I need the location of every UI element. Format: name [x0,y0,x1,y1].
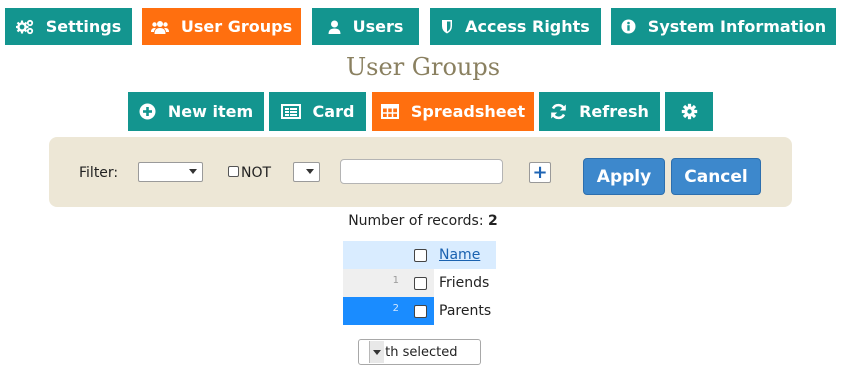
settings-gear-button[interactable] [665,92,713,131]
name-column-header[interactable]: Name [434,241,496,269]
gears-icon [15,19,34,35]
row-name[interactable]: Friends [434,269,496,297]
row-number: 1 [343,269,404,297]
spreadsheet-button[interactable]: Spreadsheet [372,92,534,131]
select-all-cell [404,241,434,269]
add-condition-button[interactable]: + [529,162,551,183]
row-name[interactable]: Parents [434,297,496,325]
apply-button[interactable]: Apply [583,158,665,195]
table-row[interactable]: 2 Parents [343,297,496,325]
new-item-button[interactable]: New item [128,92,264,131]
with-selected-select[interactable]: With selected [358,339,481,365]
not-label: NOT [241,165,272,181]
record-count: Number of records: 2 [0,213,846,229]
row-checkbox[interactable] [414,305,427,318]
nav-access-rights-button[interactable]: Access Rights [430,8,601,45]
new-item-label: New item [167,102,254,121]
table-header-row: Name [343,241,496,269]
nav-access-rights-label: Access Rights [465,17,590,36]
refresh-label: Refresh [579,102,649,121]
table-row[interactable]: 1 Friends [343,269,496,297]
not-checkbox[interactable] [228,166,239,177]
chevron-down-icon [369,341,384,363]
info-icon [621,19,636,34]
spreadsheet-label: Spreadsheet [410,102,526,121]
shield-icon [441,19,453,34]
select-all-checkbox[interactable] [414,249,427,262]
row-number-header [343,241,404,269]
nav-settings-button[interactable]: Settings [5,8,132,45]
chevron-down-icon [306,169,314,174]
row-select-cell [404,269,434,297]
nav-system-information-label: System Information [647,17,827,36]
refresh-button[interactable]: Refresh [539,92,660,131]
nav-settings-label: Settings [45,17,122,36]
filter-label: Filter: [79,165,119,181]
record-count-label: Number of records: [348,213,484,229]
nav-users-button[interactable]: Users [312,8,419,45]
filter-operator-select[interactable] [293,162,320,182]
row-select-cell [404,297,434,325]
nav-user-groups-button[interactable]: User Groups [142,8,301,45]
card-button[interactable]: Card [269,92,366,131]
table-icon [380,104,399,119]
cancel-button[interactable]: Cancel [671,158,761,195]
users-icon [150,20,169,34]
nav-user-groups-label: User Groups [180,17,293,36]
chevron-down-icon [189,169,197,174]
row-checkbox[interactable] [414,277,427,290]
filter-field-select[interactable] [138,162,203,182]
record-count-value: 2 [488,213,498,229]
filter-value-input[interactable] [340,159,503,184]
nav-system-information-button[interactable]: System Information [611,8,836,45]
row-number: 2 [343,297,404,325]
card-icon [280,104,301,119]
plus-circle-icon [139,103,156,120]
card-label: Card [312,102,355,121]
nav-users-label: Users [352,17,404,36]
groups-table: Name 1 Friends 2 Parents [343,241,496,325]
user-icon [328,20,341,34]
page-title: User Groups [345,53,501,81]
filter-panel: Filter: NOT + Apply Cancel [49,137,792,207]
plus-icon: + [532,161,548,183]
refresh-icon [550,103,567,120]
gear-icon [681,103,698,120]
name-sort-link[interactable]: Name [439,247,480,263]
